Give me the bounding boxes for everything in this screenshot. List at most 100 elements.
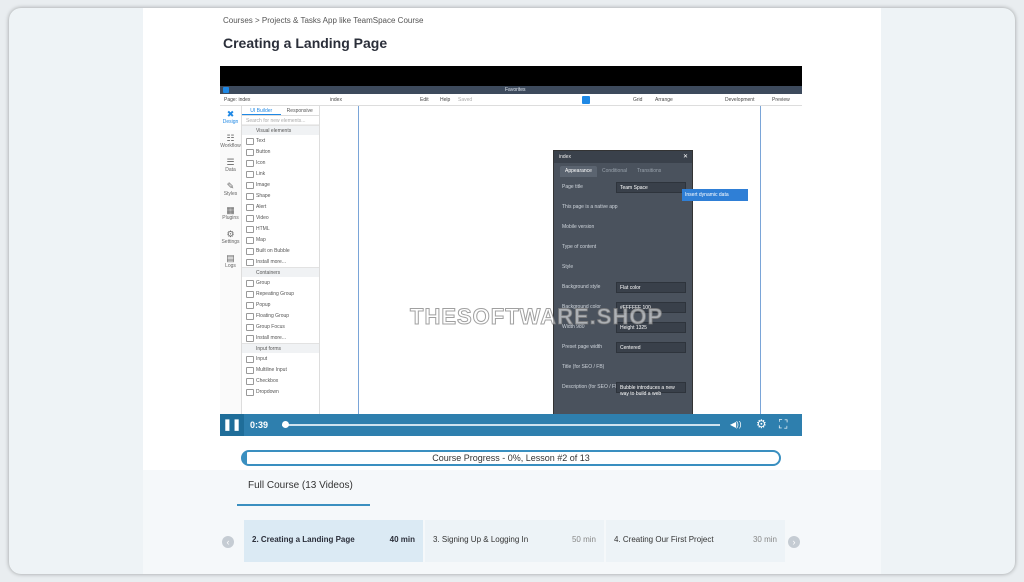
panel-row: Background style Flat color [554,277,692,297]
video-controls: ❚❚ 0:39 ◀)) ⚙ ⛶ [220,414,802,436]
element-item: Floating Group [242,310,319,321]
sidebar-item-styles: ✎ Styles [220,178,241,202]
element-item: Group Focus [242,321,319,332]
bubble-logo-icon [223,87,229,93]
lesson-card[interactable]: 2. Creating a Landing Page 40 min [244,520,423,562]
panel-row-value: Centered [616,342,686,353]
styles-icon: ✎ [226,181,235,191]
insert-dynamic-data-button: Insert dynamic data [682,189,748,201]
panel-tab-appearance: Appearance [560,166,597,177]
lesson-duration: 40 min [389,535,415,544]
element-item: Icon [242,157,319,168]
lesson-duration: 30 min [752,535,777,544]
development-menu: Development [725,97,755,103]
index-selector: index [330,97,342,103]
panel-row-value: Bubble introduces a new way to build a w… [616,382,686,397]
help-menu: Help [440,97,451,103]
volume-icon[interactable]: ◀)) [730,420,741,429]
panel-row: Style [554,257,692,277]
sidebar-item-logs: ▤ Logs [220,250,241,274]
sidebar-item-label: Data [225,167,236,173]
settings-icon[interactable]: ⚙ [756,417,767,431]
tab-responsive: Responsive [286,108,313,114]
element-search: Search for new elements... [242,116,319,125]
panel-row: Title (for SEO / FB) [554,357,692,377]
element-item: Link [242,168,319,179]
lesson-card[interactable]: 4. Creating Our First Project 30 min [606,520,785,562]
course-progress-text: Course Progress - 0%, Lesson #2 of 13 [432,453,590,463]
panel-row-label: Mobile version [562,224,595,230]
sidebar-item-label: Workflow [220,143,241,149]
breadcrumb[interactable]: Courses > Projects & Tasks App like Team… [223,16,423,25]
design-icon: ✖ [226,109,235,119]
course-progress-bar: Course Progress - 0%, Lesson #2 of 13 [241,450,781,466]
seek-bar[interactable] [282,424,720,426]
sidebar-item-design: ✖ Design [220,106,241,130]
page-selector: Page: index [224,97,251,103]
select-tool-icon [582,96,590,104]
arrange-menu: Arrange [655,97,673,103]
fullscreen-icon[interactable]: ⛶ [779,417,787,432]
video-frame-bubble-editor: Favorites Page: index index Edit Help Sa… [220,86,802,414]
element-item: Input [242,353,319,364]
panel-row-value: Team Space [616,182,686,193]
lesson-card[interactable]: 3. Signing Up & Logging In 50 min [425,520,604,562]
plugins-icon: ▦ [226,205,235,215]
grid-menu: Grid [633,97,643,103]
panel-row: This page is a native app [554,197,692,217]
element-item: Multiline Input [242,364,319,375]
element-item: Video [242,212,319,223]
element-item: Map [242,234,319,245]
sidebar-item-label: Design [222,119,239,125]
panel-row: Preset page width Centered [554,337,692,357]
sidebar-item-settings: ⚙ Settings [220,226,241,250]
watermark: THESOFTWARE.SHOP [409,304,664,330]
sidebar-item-label: Plugins [222,215,239,221]
pause-icon[interactable]: ❚❚ [220,414,244,436]
panel-row-label: Description (for SEO / FB) [562,384,621,390]
settings-icon: ⚙ [226,229,235,239]
video-player[interactable]: Favorites Page: index index Edit Help Sa… [220,66,802,436]
lesson-title: 3. Signing Up & Logging In [433,535,529,544]
logs-icon: ▤ [226,253,235,263]
panel-row-label: This page is a native app [562,204,618,210]
favorites-label: Favorites [505,87,526,93]
panel-close-icon: ✕ [682,154,688,160]
preview-button: Preview [772,97,790,103]
element-item: Button [242,146,319,157]
panel-row: Page title Team Space [554,177,692,197]
input-forms-header: Input forms [242,343,319,353]
element-item: Popup [242,299,319,310]
page-boundary-left [358,106,359,414]
browser-frame: Courses > Projects & Tasks App like Team… [9,8,1015,574]
element-item: Checkbox [242,375,319,386]
workflow-icon: ☷ [226,133,235,143]
panel-tab-conditional: Conditional [601,168,627,174]
element-item: Repeating Group [242,288,319,299]
element-item: Install more... [242,332,319,343]
panel-row-label: Background style [562,284,601,290]
lesson-title: 2. Creating a Landing Page [252,535,355,544]
prev-arrow-icon[interactable]: ‹ [222,536,234,548]
page-boundary-right [760,106,761,414]
panel-row-label: Style [562,264,574,270]
data-icon: ☰ [226,157,235,167]
edit-menu: Edit [420,97,429,103]
page-title: Creating a Landing Page [223,35,388,51]
next-arrow-icon[interactable]: › [788,536,800,548]
course-page: Courses > Projects & Tasks App like Team… [143,8,881,574]
element-item: Dropdown [242,386,319,397]
seek-handle[interactable] [282,421,289,428]
element-item: Group [242,277,319,288]
lesson-duration: 50 min [571,535,596,544]
panel-row: Type of content [554,237,692,257]
tab-full-course[interactable]: Full Course (13 Videos) [248,480,353,491]
element-item: Shape [242,190,319,201]
property-editor-panel: index ✕ Appearance Conditional Transitions… [553,150,693,414]
elements-panel: UI Builder Responsive Search for new ele… [242,106,320,414]
sidebar-item-data: ☰ Data [220,154,241,178]
lesson-title: 4. Creating Our First Project [614,535,714,544]
sidebar-item-label: Styles [223,191,238,197]
app-toolbar: Page: index index Edit Help Saved Grid A… [220,94,802,106]
panel-row: Mobile version [554,217,692,237]
